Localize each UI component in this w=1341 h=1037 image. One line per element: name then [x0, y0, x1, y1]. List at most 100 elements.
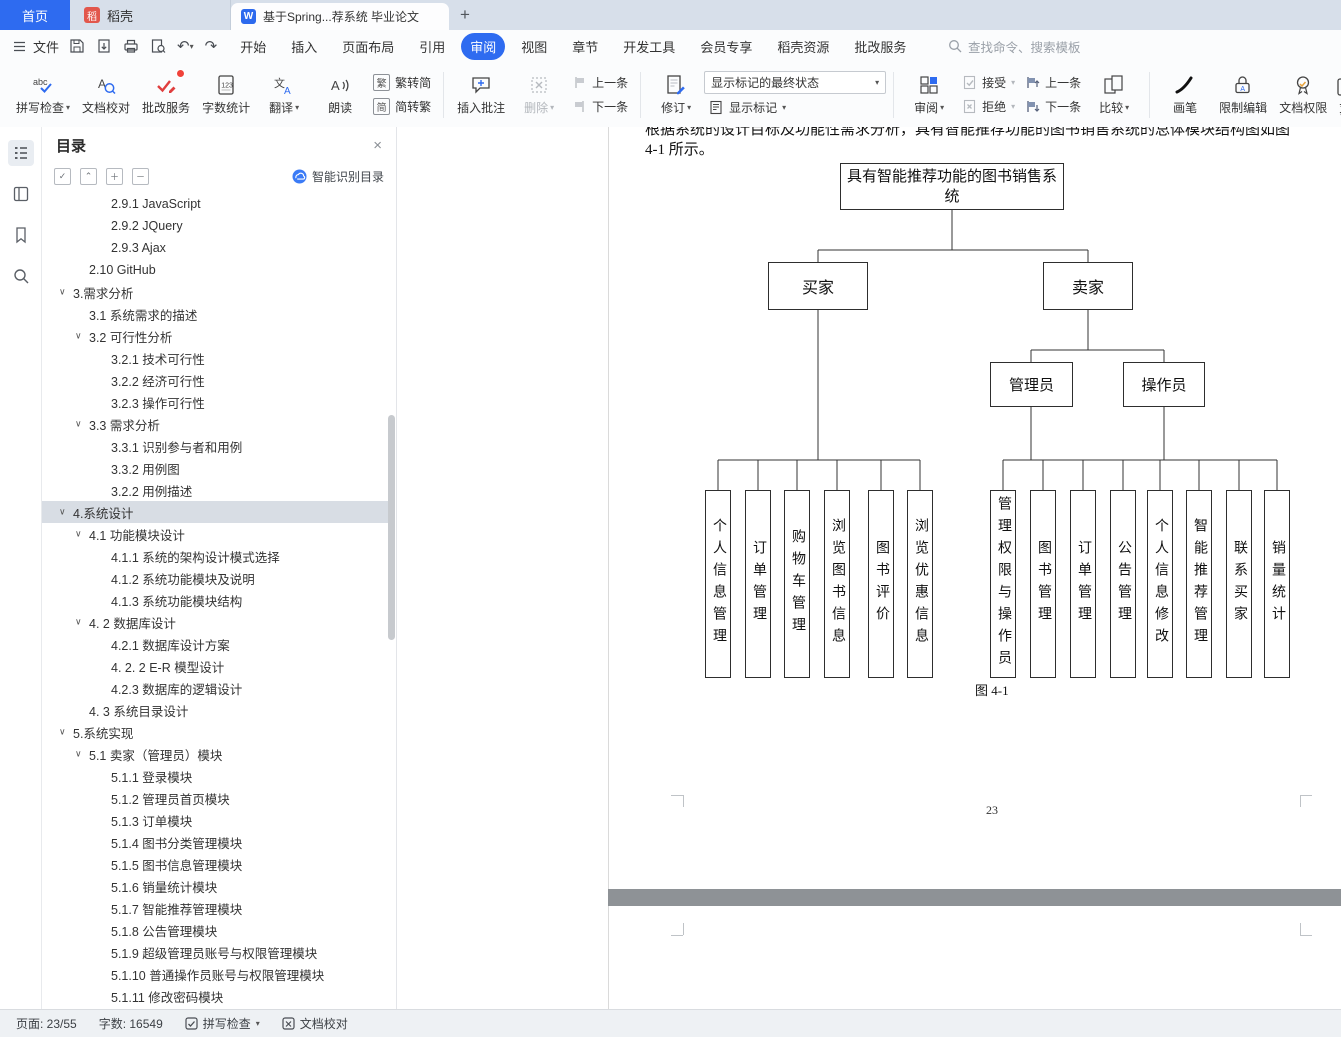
- toc-item[interactable]: ∨ 5.1 卖家（管理员）模块: [42, 743, 388, 765]
- toc-item[interactable]: 2.9.3 Ajax: [42, 237, 388, 259]
- toc-scrollbar-thumb[interactable]: [388, 415, 395, 640]
- toc-item[interactable]: 4. 3 系统目录设计: [42, 699, 388, 721]
- toc-item[interactable]: 4. 2. 2 E-R 模型设计: [42, 655, 388, 677]
- chevron-down-icon[interactable]: ∨: [59, 726, 66, 737]
- toc-item[interactable]: ∨ 4.系统设计: [42, 501, 388, 523]
- export-icon[interactable]: [96, 38, 112, 54]
- chevron-down-icon[interactable]: ∨: [75, 330, 82, 341]
- spell-check-button[interactable]: abc 拼写检查 ▾: [10, 64, 76, 126]
- menu-item[interactable]: 批改服务: [845, 33, 915, 60]
- toc-item[interactable]: 3.2.2 经济可行性: [42, 369, 388, 391]
- toc-item[interactable]: 4.1.3 系统功能模块结构: [42, 589, 388, 611]
- menu-item[interactable]: 会员专享: [691, 33, 761, 60]
- toc-item[interactable]: 3.1 系统需求的描述: [42, 303, 388, 325]
- chevron-down-icon[interactable]: ∨: [75, 528, 82, 539]
- toc-item[interactable]: 3.2.1 技术可行性: [42, 347, 388, 369]
- brush-button[interactable]: 画笔: [1157, 64, 1213, 126]
- print-preview-icon[interactable]: [150, 38, 166, 54]
- word-count-button[interactable]: 123 字数统计: [196, 64, 256, 126]
- toc-item[interactable]: ∨ 3.2 可行性分析: [42, 325, 388, 347]
- simp-to-trad-button[interactable]: 简简转繁: [368, 96, 436, 117]
- toc-item[interactable]: 5.1.7 智能推荐管理模块: [42, 897, 388, 919]
- chevron-down-icon[interactable]: ∨: [75, 616, 82, 627]
- menu-item[interactable]: 插入: [282, 33, 326, 60]
- toc-item[interactable]: ∨ 5.系统实现: [42, 721, 388, 743]
- accept-revision-button[interactable]: 接受 ▾: [957, 72, 1020, 93]
- toc-item[interactable]: ∨ 3.3 需求分析: [42, 413, 388, 435]
- markup-state-select[interactable]: 显示标记的最终状态 ▾: [704, 71, 887, 94]
- chevron-down-icon[interactable]: ∨: [75, 748, 82, 759]
- toc-item[interactable]: 5.1.1 登录模块: [42, 765, 388, 787]
- read-aloud-button[interactable]: A 朗读: [312, 64, 368, 126]
- smart-toc-button[interactable]: 智能识别目录: [292, 168, 384, 185]
- toc-item[interactable]: 5.1.9 超级管理员账号与权限管理模块: [42, 941, 388, 963]
- close-icon[interactable]: ×: [373, 137, 382, 154]
- compare-button[interactable]: 比较 ▾: [1086, 64, 1142, 126]
- menu-item[interactable]: 开始: [231, 33, 275, 60]
- menu-item[interactable]: 引用: [410, 33, 454, 60]
- toc-item[interactable]: 4.1.1 系统的架构设计模式选择: [42, 545, 388, 567]
- print-icon[interactable]: [123, 38, 139, 54]
- delete-comment-button[interactable]: 删除 ▾: [511, 64, 567, 126]
- expand-all-icon[interactable]: ＋: [106, 167, 123, 185]
- clipped-ribbon-button[interactable]: 文: [1318, 66, 1341, 128]
- document-tab[interactable]: W 基于Spring...荐系统 毕业论文: [231, 3, 449, 30]
- redo-icon[interactable]: ↷: [205, 37, 218, 55]
- toc-item[interactable]: ∨ 4. 2 数据库设计: [42, 611, 388, 633]
- hamburger-icon[interactable]: [12, 39, 27, 54]
- next-revision-button[interactable]: 下一条: [1020, 96, 1086, 117]
- trad-to-simp-button[interactable]: 繁繁转简: [368, 72, 436, 93]
- doc-proof-status-button[interactable]: 文档校对: [282, 1015, 348, 1032]
- toc-item[interactable]: 2.10 GitHub: [42, 259, 388, 281]
- toc-item[interactable]: 5.1.6 销量统计模块: [42, 875, 388, 897]
- menu-item[interactable]: 审阅: [461, 32, 506, 60]
- toc-item[interactable]: 3.2.3 操作可行性: [42, 391, 388, 413]
- chevron-down-icon[interactable]: ∨: [75, 418, 82, 429]
- undo-icon[interactable]: ↶ ▾: [177, 37, 194, 55]
- toc-item[interactable]: 5.1.10 普通操作员账号与权限管理模块: [42, 963, 388, 985]
- locate-heading-icon[interactable]: ✓: [54, 167, 71, 185]
- track-changes-button[interactable]: 修订 ▾: [648, 64, 704, 126]
- toc-item[interactable]: 4.1.2 系统功能模块及说明: [42, 567, 388, 589]
- toc-item[interactable]: 5.1.4 图书分类管理模块: [42, 831, 388, 853]
- toc-item[interactable]: 2.9.2 JQuery: [42, 215, 388, 237]
- menu-item[interactable]: 页面布局: [333, 33, 403, 60]
- insert-comment-button[interactable]: 插入批注: [451, 64, 511, 126]
- nav-pane-icon[interactable]: [8, 181, 34, 207]
- chevron-down-icon[interactable]: ∨: [59, 286, 66, 297]
- toc-item[interactable]: 5.1.11 修改密码模块: [42, 985, 388, 1007]
- review-button[interactable]: 审阅 ▾: [901, 64, 957, 126]
- toc-item[interactable]: 5.1.3 订单模块: [42, 809, 388, 831]
- search-icon[interactable]: [8, 263, 34, 289]
- collapse-panel-icon[interactable]: ⌃: [80, 167, 97, 185]
- save-icon[interactable]: [69, 38, 85, 54]
- menu-item[interactable]: 视图: [512, 33, 556, 60]
- toc-item[interactable]: 2.9.1 JavaScript: [42, 193, 388, 215]
- show-markup-button[interactable]: 显示标记 ▾: [704, 97, 886, 118]
- store-tab[interactable]: 稻 稻壳: [70, 0, 231, 30]
- toc-item[interactable]: 3.2.2 用例描述: [42, 479, 388, 501]
- chevron-down-icon[interactable]: ∨: [59, 506, 66, 517]
- toc-item[interactable]: 5.1.2 管理员首页模块: [42, 787, 388, 809]
- word-count-indicator[interactable]: 字数: 16549: [99, 1015, 163, 1032]
- file-menu[interactable]: 文件: [33, 37, 59, 56]
- toc-item[interactable]: ∨ 4.1 功能模块设计: [42, 523, 388, 545]
- toc-item[interactable]: 5.1.5 图书信息管理模块: [42, 853, 388, 875]
- toc-item[interactable]: 4.2.3 数据库的逻辑设计: [42, 677, 388, 699]
- command-search[interactable]: 查找命令、搜索模板: [948, 30, 1081, 62]
- menu-item[interactable]: 稻壳资源: [768, 33, 838, 60]
- reject-revision-button[interactable]: 拒绝 ▾: [957, 96, 1020, 117]
- spellcheck-status-button[interactable]: 拼写检查 ▾: [185, 1015, 260, 1032]
- new-tab-button[interactable]: +: [449, 0, 481, 30]
- menu-item[interactable]: 章节: [563, 33, 607, 60]
- restrict-edit-button[interactable]: A 限制编辑: [1213, 64, 1273, 126]
- toc-item[interactable]: 3.3.1 识别参与者和用例: [42, 435, 388, 457]
- doc-proof-button[interactable]: A 文档校对: [76, 64, 136, 126]
- home-tab[interactable]: 首页: [0, 0, 70, 30]
- nav-outline-icon[interactable]: [7, 140, 34, 166]
- menu-item[interactable]: 开发工具: [614, 33, 684, 60]
- prev-revision-button[interactable]: 上一条: [1020, 72, 1086, 93]
- toc-item[interactable]: 4.2.1 数据库设计方案: [42, 633, 388, 655]
- toc-item[interactable]: 3.3.2 用例图: [42, 457, 388, 479]
- document-page-24[interactable]: [608, 906, 1341, 1010]
